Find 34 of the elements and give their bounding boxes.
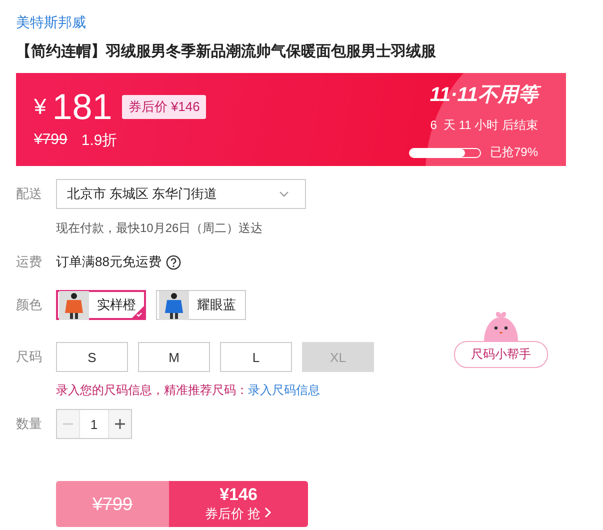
currency-sign: ¥ xyxy=(34,94,46,120)
field-label: 尺码 xyxy=(16,348,43,366)
size-option[interactable]: M xyxy=(138,342,210,372)
plus-button[interactable] xyxy=(109,410,131,438)
coupon-price-badge: 券后价 ¥146 xyxy=(122,95,206,119)
size-hint: 录入您的尺码信息，精准推荐尺码： xyxy=(56,383,248,397)
chevron-down-icon xyxy=(279,191,289,197)
field-label: 数量 xyxy=(16,415,43,433)
buy-button[interactable]: ¥146 券后价 抢 xyxy=(169,481,308,527)
original-price: ¥799 xyxy=(34,131,68,150)
brand-link[interactable]: 美特斯邦威 xyxy=(16,12,86,32)
sold-percent: 已抢79% xyxy=(490,144,538,161)
countdown: 6 天 11 小时 后结束 xyxy=(430,117,538,134)
field-label: 运费 xyxy=(16,253,43,271)
help-icon[interactable] xyxy=(166,254,182,270)
shipping-note: 订单满88元免运费 xyxy=(56,253,162,271)
field-label: 配送 xyxy=(16,185,43,203)
delivery-estimate: 现在付款，最快10月26日（周二）送达 xyxy=(56,220,263,237)
size-info-link[interactable]: 录入尺码信息 xyxy=(248,383,320,397)
price: 181 xyxy=(52,87,112,127)
size-option[interactable]: S xyxy=(56,342,128,372)
plus-icon xyxy=(114,418,126,430)
product-title: 【简约连帽】羽绒服男冬季新品潮流帅气保暖面包服男士羽绒服 xyxy=(16,42,437,62)
jacket-thumbnail-icon xyxy=(159,290,189,320)
jacket-thumbnail-icon xyxy=(59,290,89,320)
chevron-right-icon xyxy=(264,507,272,518)
field-label: 颜色 xyxy=(16,296,43,314)
color-option[interactable]: 实样橙 xyxy=(56,290,146,320)
color-option[interactable]: 耀眼蓝 xyxy=(156,290,246,320)
original-price: ¥799 xyxy=(92,494,133,514)
discount: 1.9折 xyxy=(81,131,118,150)
size-helper-button[interactable]: 尺码小帮手 xyxy=(454,340,548,368)
size-option[interactable]: L xyxy=(220,342,292,372)
address-select[interactable]: 北京市 东城区 东华门街道 xyxy=(56,179,306,209)
